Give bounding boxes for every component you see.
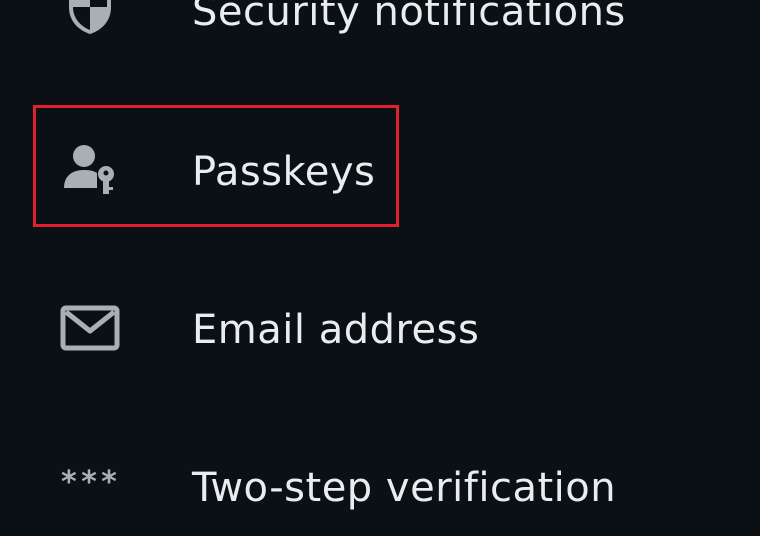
envelope-icon (58, 296, 122, 360)
menu-item-label: Security notifications (192, 0, 626, 35)
asterisks-icon: *** (59, 464, 121, 500)
menu-item-email-address[interactable]: Email address (0, 278, 760, 378)
security-settings-menu: Security notifications Passkeys Email ad… (0, 0, 760, 508)
menu-item-passkeys[interactable]: Passkeys (0, 120, 760, 220)
person-key-icon (58, 138, 122, 202)
shield-icon (58, 0, 122, 40)
menu-item-security-notifications[interactable]: Security notifications (0, 0, 760, 64)
menu-item-label: Passkeys (192, 149, 376, 195)
menu-item-label: Email address (192, 307, 480, 353)
menu-item-label: Two-step verification (192, 465, 617, 511)
menu-item-two-step-verification[interactable]: *** Two-step verification (0, 436, 760, 536)
